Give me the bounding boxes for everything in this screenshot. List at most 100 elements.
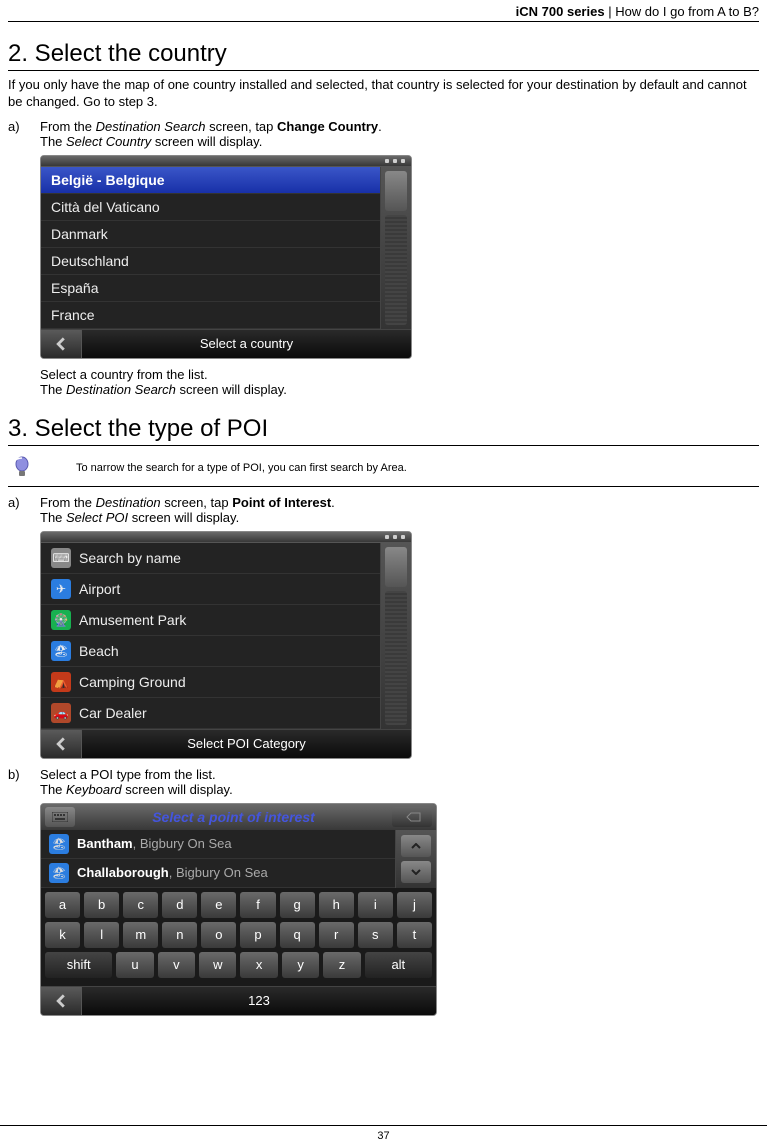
shift-key[interactable]: shift (45, 952, 112, 978)
chapter-name: How do I go from A to B? (615, 4, 759, 19)
tip-row: To narrow the search for a type of POI, … (8, 452, 759, 487)
section-2-after: Select a country from the list. The Dest… (40, 367, 759, 397)
airplane-icon: ✈ (51, 579, 71, 599)
beach-icon: 🏖 (49, 863, 69, 883)
keyboard-icon: ⌨ (51, 548, 71, 568)
country-list: België - Belgique Città del Vaticano Dan… (41, 167, 380, 329)
key[interactable]: s (358, 922, 393, 948)
onscreen-keyboard: a b c d e f g h i j k l m n o p q r s (41, 888, 436, 986)
section-2-title: 2. Select the country (8, 40, 759, 71)
result-list: 🏖 Bantham, Bigbury On Sea 🏖 Challaboroug… (41, 830, 395, 888)
poi-item-search-by-name[interactable]: ⌨Search by name (41, 543, 380, 574)
key[interactable]: z (323, 952, 360, 978)
key[interactable]: h (319, 892, 354, 918)
tent-icon: ⛺ (51, 672, 71, 692)
country-item[interactable]: España (41, 275, 380, 302)
country-item[interactable]: België - Belgique (41, 167, 380, 194)
page-header: iCN 700 series | How do I go from A to B… (8, 0, 759, 22)
back-button[interactable] (41, 730, 82, 758)
scroll-track[interactable] (385, 591, 407, 725)
key[interactable]: g (280, 892, 315, 918)
poi-item-car-dealer[interactable]: 🚗Car Dealer (41, 698, 380, 729)
poi-item-amusement-park[interactable]: 🎡Amusement Park (41, 605, 380, 636)
key[interactable]: o (201, 922, 236, 948)
device-status-bar (41, 156, 411, 167)
key[interactable]: r (319, 922, 354, 948)
scrollbar[interactable] (380, 167, 411, 329)
key[interactable]: n (162, 922, 197, 948)
key[interactable]: y (282, 952, 319, 978)
backspace-icon (403, 812, 421, 822)
scroll-track[interactable] (385, 215, 407, 325)
key[interactable]: b (84, 892, 119, 918)
poi-item-airport[interactable]: ✈Airport (41, 574, 380, 605)
poi-item-beach[interactable]: 🏖Beach (41, 636, 380, 667)
step-letter: a) (8, 119, 40, 149)
beach-icon: 🏖 (51, 641, 71, 661)
key[interactable]: t (397, 922, 432, 948)
chevron-left-icon (54, 337, 68, 351)
result-scroll-buttons (395, 830, 436, 888)
page-number: 37 (0, 1125, 767, 1142)
key[interactable]: c (123, 892, 158, 918)
device-status-bar (41, 532, 411, 543)
screen-title: Select POI Category (82, 736, 411, 751)
step-body: From the Destination Search screen, tap … (40, 119, 759, 149)
backspace-button[interactable] (392, 807, 432, 827)
scroll-thumb[interactable] (385, 547, 407, 587)
step-letter: a) (8, 495, 40, 525)
section-3-step-b: b) Select a POI type from the list. The … (8, 767, 759, 797)
chevron-down-icon (411, 869, 421, 875)
country-item[interactable]: France (41, 302, 380, 329)
section-2-step-a: a) From the Destination Search screen, t… (8, 119, 759, 149)
poi-item-camping[interactable]: ⛺Camping Ground (41, 667, 380, 698)
key[interactable]: u (116, 952, 153, 978)
key[interactable]: x (240, 952, 277, 978)
key[interactable]: v (158, 952, 195, 978)
key[interactable]: q (280, 922, 315, 948)
key[interactable]: i (358, 892, 393, 918)
header-sep: | (605, 4, 616, 19)
alt-key[interactable]: alt (365, 952, 432, 978)
section-3-step-a: a) From the Destination screen, tap Poin… (8, 495, 759, 525)
key[interactable]: j (397, 892, 432, 918)
section-2-intro: If you only have the map of one country … (8, 77, 759, 111)
key[interactable]: w (199, 952, 236, 978)
key[interactable]: l (84, 922, 119, 948)
key[interactable]: e (201, 892, 236, 918)
country-item[interactable]: Danmark (41, 221, 380, 248)
chevron-left-icon (54, 994, 68, 1008)
scroll-thumb[interactable] (385, 171, 407, 211)
keyboard-icon (52, 812, 68, 822)
step-body: Select a POI type from the list. The Key… (40, 767, 759, 797)
scroll-up-button[interactable] (401, 835, 431, 857)
numeric-key[interactable]: 123 (82, 993, 436, 1008)
back-button[interactable] (41, 987, 82, 1015)
key[interactable]: m (123, 922, 158, 948)
scroll-down-button[interactable] (401, 861, 431, 883)
keyboard-toggle-button[interactable] (45, 807, 75, 827)
result-item[interactable]: 🏖 Challaborough, Bigbury On Sea (41, 859, 395, 888)
step-body: From the Destination screen, tap Point o… (40, 495, 759, 525)
tip-text: To narrow the search for a type of POI, … (36, 462, 407, 474)
result-item[interactable]: 🏖 Bantham, Bigbury On Sea (41, 830, 395, 859)
section-3-title: 3. Select the type of POI (8, 415, 759, 446)
screen-title: Select a country (82, 336, 411, 351)
keyboard-screen: Select a point of interest 🏖 Bantham, Bi… (40, 803, 437, 1016)
country-item[interactable]: Deutschland (41, 248, 380, 275)
back-button[interactable] (41, 330, 82, 358)
scrollbar[interactable] (380, 543, 411, 729)
amusement-icon: 🎡 (51, 610, 71, 630)
step-letter: b) (8, 767, 40, 797)
chevron-up-icon (411, 843, 421, 849)
keyboard-title: Select a point of interest (79, 809, 388, 825)
country-item[interactable]: Città del Vaticano (41, 194, 380, 221)
key[interactable]: k (45, 922, 80, 948)
key[interactable]: f (240, 892, 275, 918)
key[interactable]: a (45, 892, 80, 918)
car-icon: 🚗 (51, 703, 71, 723)
key[interactable]: p (240, 922, 275, 948)
select-country-screen: België - Belgique Città del Vaticano Dan… (40, 155, 412, 359)
select-poi-screen: ⌨Search by name ✈Airport 🎡Amusement Park… (40, 531, 412, 759)
key[interactable]: d (162, 892, 197, 918)
